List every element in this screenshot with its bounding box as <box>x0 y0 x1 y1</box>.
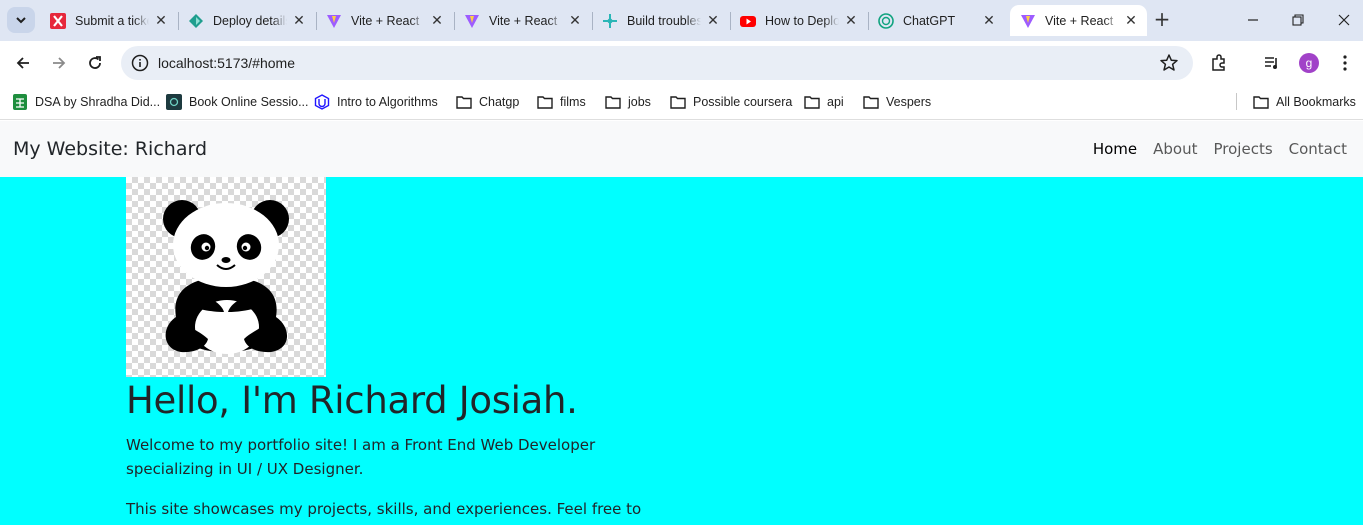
close-icon[interactable]: ✕ <box>153 13 169 29</box>
new-tab-button[interactable]: + <box>1151 9 1173 31</box>
panda-icon <box>163 200 289 354</box>
bookmark-label: films <box>560 95 586 109</box>
tab-title: How to Deploy <box>765 13 839 28</box>
netlify-build-icon <box>602 13 618 29</box>
browser-tab[interactable]: ChatGPT ✕ <box>868 5 1005 36</box>
hero-heading: Hello, I'm Richard Josiah. <box>126 379 578 422</box>
tab-title: Vite + React <box>351 13 420 28</box>
close-icon[interactable]: ✕ <box>705 13 721 29</box>
site-brand[interactable]: My Website: Richard <box>13 138 207 160</box>
site-info-icon[interactable] <box>131 54 149 72</box>
bookmark-folder[interactable]: api <box>804 93 844 111</box>
browser-tab[interactable]: Vite + React ✕ <box>454 5 591 36</box>
nav-links: Home About Projects Contact <box>1093 140 1347 158</box>
bookmark-label: All Bookmarks <box>1276 95 1356 109</box>
bookmark-label: Vespers <box>886 95 932 109</box>
forward-button[interactable] <box>45 49 73 77</box>
reload-icon <box>89 56 101 69</box>
folder-icon <box>537 94 553 110</box>
tab-title: Deploy details <box>213 13 287 28</box>
folder-icon <box>456 94 472 110</box>
tab-search-button[interactable] <box>7 7 35 33</box>
tab-title: ChatGPT <box>903 13 956 28</box>
zendesk-x-icon <box>50 12 66 29</box>
site-icon <box>166 94 182 110</box>
browser-tab[interactable]: Submit a ticket ✕ <box>40 5 177 36</box>
restore-icon[interactable] <box>1286 8 1310 32</box>
hero-section: Hello, I'm Richard Josiah. Welcome to my… <box>0 177 1363 525</box>
vite-icon <box>326 13 342 29</box>
reload-button[interactable] <box>81 49 109 77</box>
bookmark-folder[interactable]: Vespers <box>863 93 931 111</box>
panda-image <box>126 177 326 377</box>
close-icon[interactable]: ✕ <box>843 13 859 29</box>
folder-icon <box>863 94 879 110</box>
nav-link-about[interactable]: About <box>1153 140 1197 158</box>
browser-tab[interactable]: Vite + React ✕ <box>316 5 453 36</box>
more-menu-icon[interactable] <box>1335 53 1355 73</box>
nav-link-home[interactable]: Home <box>1093 140 1137 158</box>
close-icon[interactable]: ✕ <box>981 13 997 29</box>
nav-link-contact[interactable]: Contact <box>1289 140 1347 158</box>
browser-tab[interactable]: How to Deploy ✕ <box>730 5 867 36</box>
browser-tab-active[interactable]: Vite + React ✕ <box>1010 5 1147 36</box>
folder-icon <box>804 94 820 110</box>
minimize-icon[interactable] <box>1241 8 1265 32</box>
tab-title: Vite + React <box>489 13 558 28</box>
address-bar[interactable]: localhost:5173/#home <box>121 46 1193 80</box>
bookmark-folder[interactable]: Chatgp <box>456 93 519 111</box>
bookmark-label: api <box>827 95 844 109</box>
folder-icon <box>605 94 621 110</box>
bookmark-folder[interactable]: Possible coursera <box>670 93 792 111</box>
bookmark-folder[interactable]: films <box>537 93 586 111</box>
close-icon[interactable]: ✕ <box>1123 13 1139 29</box>
extensions-icon[interactable] <box>1209 53 1229 73</box>
bookmark-label: jobs <box>628 95 651 109</box>
all-bookmarks-folder[interactable]: All Bookmarks <box>1253 93 1356 111</box>
bookmark-label: Intro to Algorithms <box>337 95 438 109</box>
close-icon[interactable]: ✕ <box>429 13 445 29</box>
bookmark-label: DSA by Shradha Did... <box>35 95 161 109</box>
netlify-icon <box>188 13 204 29</box>
url-text[interactable]: localhost:5173/#home <box>158 55 295 71</box>
vite-icon <box>1020 13 1036 29</box>
folder-icon <box>670 94 686 110</box>
chatgpt-icon <box>878 12 894 29</box>
close-icon[interactable]: ✕ <box>567 13 583 29</box>
bookmark-folder[interactable]: jobs <box>605 93 651 111</box>
bookmark-item[interactable]: Book Online Sessio... <box>166 93 309 111</box>
vite-icon <box>464 13 480 29</box>
hero-intro-secondary: This site showcases my projects, skills,… <box>126 500 642 525</box>
site-navbar: My Website: Richard Home About Projects … <box>0 121 1363 177</box>
chevron-down-icon <box>16 17 26 24</box>
bookmark-star-icon[interactable] <box>1159 53 1179 73</box>
bookmark-item[interactable]: DSA by Shradha Did... <box>12 93 160 111</box>
bookmark-item[interactable]: Intro to Algorithms <box>314 93 438 111</box>
browser-toolbar: localhost:5173/#home <box>0 41 1363 85</box>
hero-intro: Welcome to my portfolio site! I am a Fro… <box>126 436 596 478</box>
folder-icon <box>1253 94 1269 110</box>
sheets-icon <box>12 94 28 110</box>
youtube-icon <box>740 13 756 29</box>
tab-title: Build troubleshooting <box>627 13 701 28</box>
bookmark-label: Book Online Sessio... <box>189 95 309 109</box>
media-controls-icon[interactable] <box>1262 53 1282 73</box>
udacity-icon <box>314 94 330 110</box>
bookmark-label: Chatgp <box>479 95 520 109</box>
tab-title: Vite + React <box>1045 13 1114 28</box>
nav-link-projects[interactable]: Projects <box>1214 140 1273 158</box>
tab-strip: Submit a ticket ✕ Deploy details ✕ Vite … <box>0 0 1363 41</box>
bookmarks-divider <box>1236 93 1237 110</box>
browser-tab[interactable]: Build troubleshooting ✕ <box>592 5 729 36</box>
profile-avatar[interactable]: g <box>1299 53 1319 73</box>
bookmark-label: Possible coursera <box>693 95 793 109</box>
arrow-right-icon <box>53 57 66 69</box>
arrow-left-icon <box>16 57 29 69</box>
window-close-icon[interactable] <box>1332 8 1356 32</box>
back-button[interactable] <box>9 49 37 77</box>
close-icon[interactable]: ✕ <box>291 13 307 29</box>
tab-title: Submit a ticket <box>75 13 149 28</box>
browser-tab[interactable]: Deploy details ✕ <box>178 5 315 36</box>
bookmarks-bar: DSA by Shradha Did... Book Online Sessio… <box>0 85 1363 120</box>
